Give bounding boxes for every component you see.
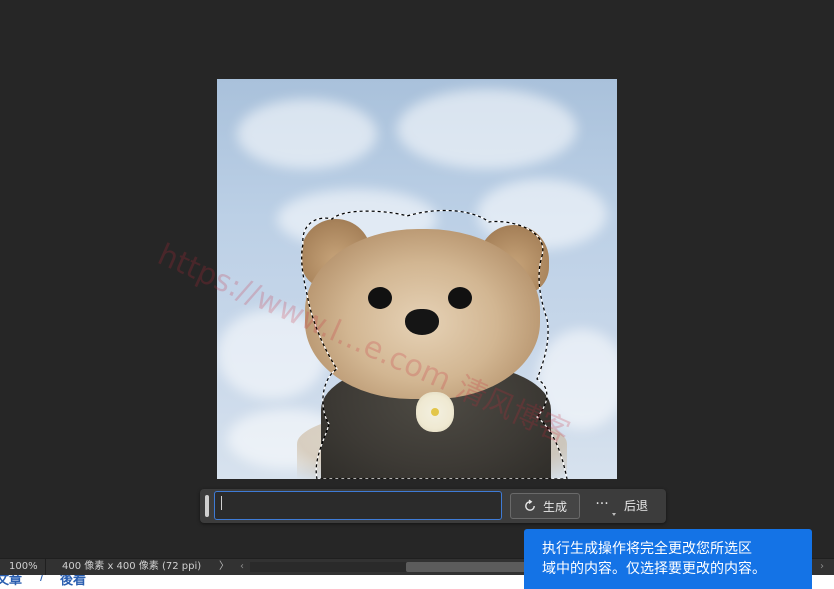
generate-label: 生成 (542, 499, 567, 514)
breadcrumb-separator: / (40, 575, 45, 584)
tooltip-line-1: 执行生成操作将完全更改您所选区 (542, 541, 752, 557)
breadcrumb-item[interactable]: 後看 (60, 575, 86, 588)
flower-charm (416, 392, 454, 432)
more-options-button[interactable]: ··· (590, 495, 614, 517)
dog-right-eye (448, 287, 472, 309)
generate-button[interactable]: 生成 (510, 493, 580, 519)
generate-refresh-icon (525, 499, 535, 511)
cloud-shape (397, 89, 577, 169)
document-image[interactable] (217, 79, 617, 479)
scroll-right-icon[interactable]: › (816, 559, 828, 575)
generative-prompt-input[interactable] (214, 491, 502, 520)
breadcrumb-item[interactable]: 文章 (0, 575, 22, 588)
dog-left-eye (368, 287, 392, 309)
scrollbar-thumb[interactable] (406, 562, 526, 572)
contextual-task-bar: 生成 ··· 后退 (200, 489, 666, 523)
flower-center (431, 408, 439, 416)
generate-tooltip: 执行生成操作将完全更改您所选区 域中的内容。仅选择要更改的内容。 (524, 529, 812, 589)
cloud-shape (237, 99, 377, 169)
scroll-left-icon[interactable]: ‹ (236, 559, 248, 575)
zoom-level[interactable]: 100% (0, 559, 46, 575)
drag-handle[interactable] (205, 495, 209, 517)
expand-info-icon[interactable]: 〉 (218, 559, 230, 575)
document-info: 400 像素 x 400 像素 (72 ppi) (62, 561, 202, 572)
more-dropdown-icon (612, 513, 616, 516)
tooltip-line-2: 域中的内容。仅选择要更改的内容。 (542, 561, 766, 577)
text-caret (221, 496, 222, 510)
dog-nose (405, 309, 439, 335)
back-button[interactable]: 后退 (624, 497, 648, 514)
canvas-area[interactable]: https://www.l...e.com 清风博客 (0, 0, 834, 558)
